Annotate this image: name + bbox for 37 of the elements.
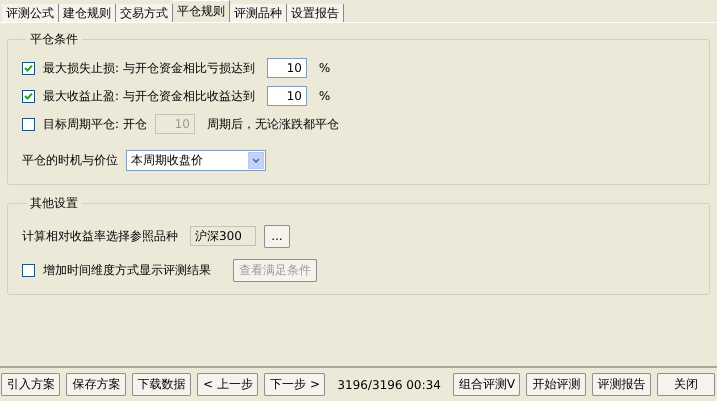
option-label: 最大收益止盈: 与开仓资金相比收益达到 [43, 88, 255, 104]
tab[interactable]: 建仓规则 [59, 4, 116, 22]
browse-button[interactable]: ... [264, 224, 290, 248]
toolbar-button[interactable]: 开始评测 [526, 373, 586, 396]
unit-label: % [318, 89, 330, 103]
group-title: 其他设置 [29, 195, 79, 212]
status-text: 3196/3196 00:34 [337, 378, 441, 392]
tab[interactable]: 评测品种 [230, 4, 287, 22]
toolbar-button[interactable]: 关闭 [656, 373, 715, 396]
option-label: 增加时间维度方式显示评测结果 [43, 262, 211, 278]
reference-input-field[interactable]: 沪深300 [190, 226, 256, 246]
checkbox[interactable] [22, 62, 35, 74]
caret-icon [248, 152, 264, 168]
toolbar-button[interactable]: 下载数据 [132, 373, 191, 396]
timing-dropdown[interactable]: 本周期收盘价 [126, 150, 266, 170]
group-title: 平仓条件 [29, 31, 79, 48]
unit-label: % [318, 61, 330, 75]
toolbar-button[interactable]: 下一步 > [264, 373, 326, 396]
tab[interactable]: 平仓规则 [173, 0, 230, 22]
unit-label: 周期后，无论涨跌都平仓 [206, 116, 339, 132]
toolbar-button[interactable]: 组合评测V [452, 373, 520, 396]
field-label: 平仓的时机与价位 [22, 152, 118, 168]
toolbar-button[interactable]: 保存方案 [66, 373, 126, 396]
number-input-field[interactable]: 10 [266, 86, 307, 106]
toolbar-button[interactable]: < 上一步 [196, 373, 258, 396]
option-label: 目标周期平仓: 开仓 [43, 116, 147, 132]
checkbox[interactable] [22, 264, 35, 276]
checkbox[interactable] [22, 118, 35, 130]
number-input-field[interactable]: 10 [266, 58, 307, 78]
tab[interactable]: 评测公式 [2, 4, 59, 22]
field-label: 计算相对收益率选择参照品种 [22, 228, 178, 244]
option-label: 最大损失止损: 与开仓资金相比亏损达到 [43, 60, 255, 76]
tab[interactable]: 设置报告 [287, 4, 344, 22]
toolbar-button[interactable]: 评测报告 [592, 373, 651, 396]
checkbox[interactable] [22, 90, 35, 102]
tab[interactable]: 交易方式 [116, 4, 173, 22]
toolbar-button[interactable]: 引入方案 [1, 373, 60, 396]
